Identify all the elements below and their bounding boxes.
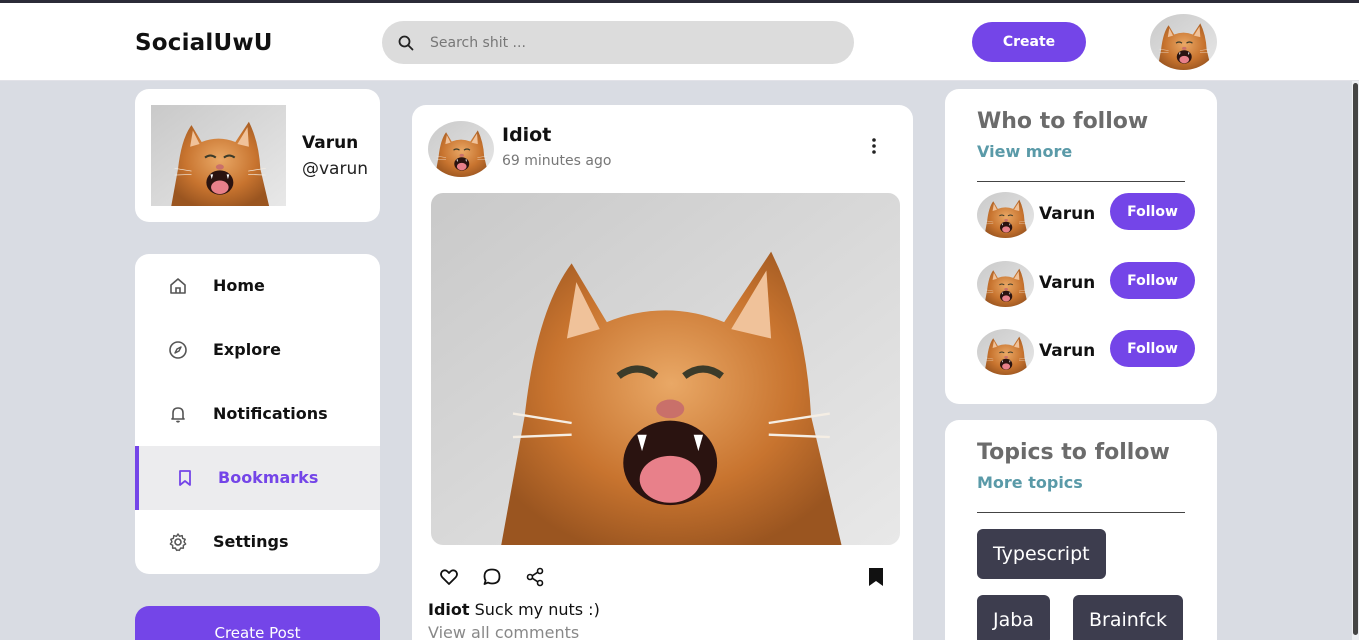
gear-icon xyxy=(169,533,187,552)
topics-card: Topics to follow More topics Typescript … xyxy=(945,420,1217,640)
sidebar-menu: Home Explore Notifications Bookmarks Set… xyxy=(135,254,380,574)
home-icon xyxy=(170,278,186,294)
sidebar-item-home[interactable]: Home xyxy=(135,254,380,318)
sidebar-item-label: Explore xyxy=(213,340,281,359)
divider xyxy=(977,181,1185,182)
more-options-icon[interactable] xyxy=(872,138,876,154)
sidebar-item-label: Settings xyxy=(213,532,289,551)
bookmark-icon xyxy=(179,470,191,486)
post-caption: Idiot Suck my nuts :) xyxy=(428,600,600,619)
topics-title: Topics to follow xyxy=(977,440,1170,465)
who-to-follow-card: Who to follow View more Varun Follow Var… xyxy=(945,89,1217,404)
profile-name: Varun xyxy=(302,133,359,153)
search-bar[interactable] xyxy=(382,21,854,64)
view-comments-link[interactable]: View all comments xyxy=(428,623,579,640)
topic-chip-typescript[interactable]: Typescript xyxy=(977,529,1106,579)
post-author-avatar[interactable] xyxy=(428,121,494,177)
more-topics-link[interactable]: More topics xyxy=(977,473,1083,492)
sidebar-item-bookmarks[interactable]: Bookmarks xyxy=(135,446,380,510)
sidebar-item-label: Home xyxy=(213,276,265,295)
profile-card[interactable]: Varun @varun xyxy=(135,89,380,222)
follow-suggestion: Varun Follow xyxy=(977,261,1197,307)
sidebar-item-notifications[interactable]: Notifications xyxy=(135,382,380,446)
search-input[interactable] xyxy=(430,21,830,64)
suggestion-name[interactable]: Varun xyxy=(1039,273,1095,293)
post-author-name[interactable]: Idiot xyxy=(502,124,551,146)
suggestion-avatar[interactable] xyxy=(977,192,1034,238)
post-card: Idiot 69 minutes ago Idiot Suck my nuts … xyxy=(412,105,913,640)
suggestion-avatar[interactable] xyxy=(977,329,1034,375)
divider xyxy=(977,512,1185,513)
bookmark-filled-icon[interactable] xyxy=(867,567,885,587)
compass-icon xyxy=(169,341,187,359)
suggestion-name[interactable]: Varun xyxy=(1039,204,1095,224)
search-icon xyxy=(398,35,414,51)
follow-suggestion: Varun Follow xyxy=(977,329,1197,375)
follow-button[interactable]: Follow xyxy=(1110,330,1195,367)
sidebar-item-settings[interactable]: Settings xyxy=(135,510,380,574)
post-image[interactable] xyxy=(431,193,900,545)
navbar: SocialUwU Create xyxy=(0,3,1359,81)
topic-chip-brainfck[interactable]: Brainfck xyxy=(1073,595,1183,640)
create-button[interactable]: Create xyxy=(972,22,1086,62)
profile-handle: @varun xyxy=(302,159,369,179)
bell-icon xyxy=(171,407,185,423)
suggestion-name[interactable]: Varun xyxy=(1039,341,1095,361)
view-more-link[interactable]: View more xyxy=(977,142,1072,161)
like-heart-icon[interactable] xyxy=(439,567,459,587)
comment-icon[interactable] xyxy=(482,567,502,587)
page-scrollbar[interactable] xyxy=(1352,81,1359,640)
share-icon[interactable] xyxy=(525,567,545,587)
follow-button[interactable]: Follow xyxy=(1110,193,1195,230)
app-logo[interactable]: SocialUwU xyxy=(135,30,273,56)
scrollbar-thumb[interactable] xyxy=(1353,83,1358,635)
suggestion-avatar[interactable] xyxy=(977,261,1034,307)
profile-photo xyxy=(151,105,286,206)
sidebar-item-explore[interactable]: Explore xyxy=(135,318,380,382)
caption-author[interactable]: Idiot xyxy=(428,600,470,619)
create-post-button[interactable]: Create Post xyxy=(135,606,380,640)
user-avatar[interactable] xyxy=(1150,14,1217,70)
follow-button[interactable]: Follow xyxy=(1110,262,1195,299)
sidebar-item-label: Notifications xyxy=(213,404,328,423)
post-timestamp: 69 minutes ago xyxy=(502,153,612,169)
follow-suggestion: Varun Follow xyxy=(977,192,1197,238)
topic-chip-jaba[interactable]: Jaba xyxy=(977,595,1050,640)
sidebar-item-label: Bookmarks xyxy=(218,468,319,487)
caption-text: Suck my nuts :) xyxy=(469,600,600,619)
who-to-follow-title: Who to follow xyxy=(977,109,1149,134)
